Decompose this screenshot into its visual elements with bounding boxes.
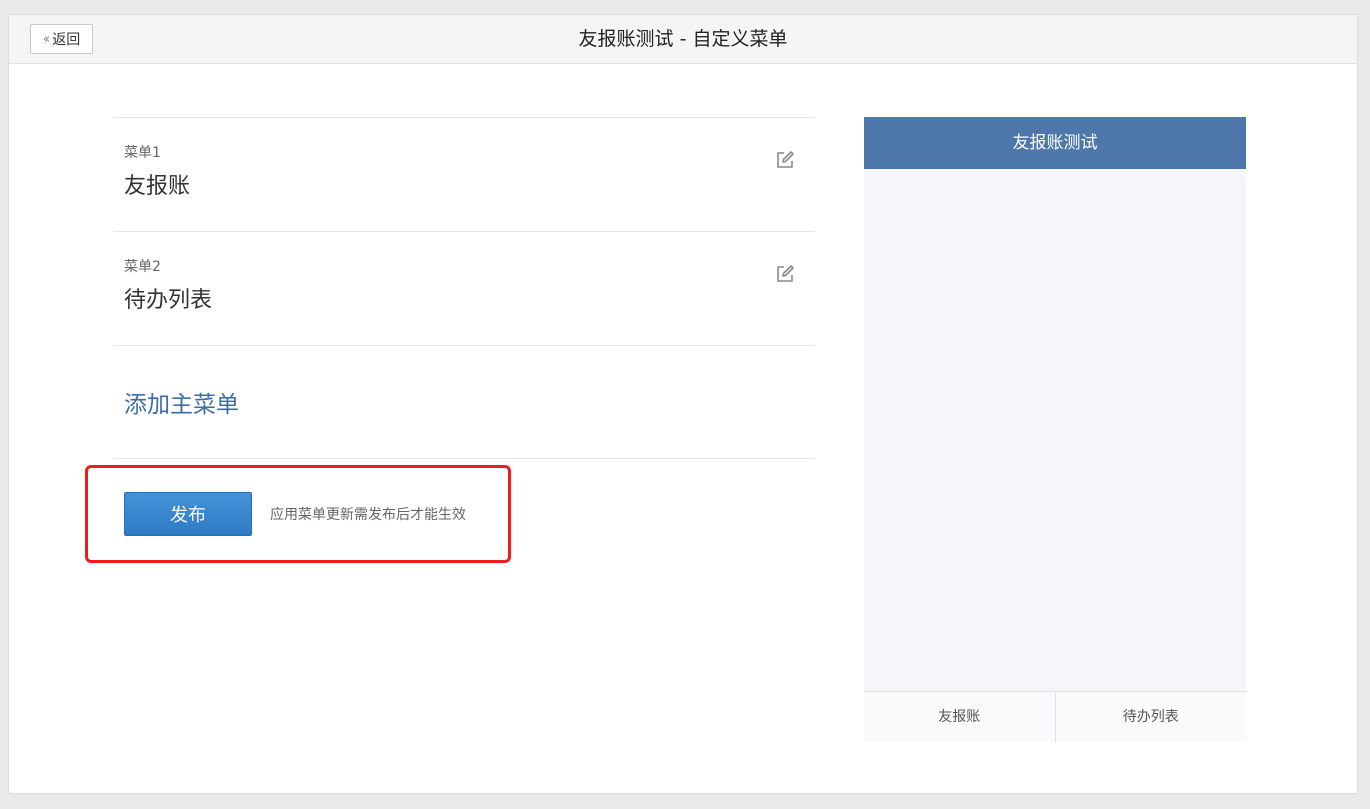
preview-body xyxy=(864,169,1246,691)
add-main-menu-link[interactable]: 添加主菜单 xyxy=(124,385,239,419)
edit-icon[interactable] xyxy=(775,150,795,170)
back-button[interactable]: ‹‹ 返回 xyxy=(30,24,93,54)
menu-index-label: 菜单2 xyxy=(124,259,161,275)
double-chevron-left-icon: ‹‹ xyxy=(42,31,51,47)
back-button-label: 返回 xyxy=(52,32,81,48)
add-menu-row: 添加主菜单 xyxy=(114,345,815,459)
page-title: 友报账测试 - 自定义菜单 xyxy=(578,28,788,50)
menu-name: 待办列表 xyxy=(124,288,213,313)
publish-tip: 应用菜单更新需发布后才能生效 xyxy=(270,507,466,523)
preview-menu-bar: 友报账 待办列表 xyxy=(864,691,1246,742)
preview-tab-2[interactable]: 待办列表 xyxy=(1054,692,1247,742)
edit-icon[interactable] xyxy=(775,264,795,284)
publish-button[interactable]: 发布 xyxy=(124,492,252,536)
preview-title: 友报账测试 xyxy=(864,117,1246,169)
menu-name: 友报账 xyxy=(124,174,191,199)
top-bar: ‹‹ 返回 友报账测试 - 自定义菜单 xyxy=(9,15,1357,64)
menu-item-2: 菜单2 待办列表 xyxy=(114,231,815,345)
main-panel: ‹‹ 返回 友报账测试 - 自定义菜单 菜单1 友报账 菜单2 待办列表 添加主… xyxy=(8,14,1358,794)
menu-item-1: 菜单1 友报账 xyxy=(114,117,815,231)
phone-preview: 友报账测试 友报账 待办列表 xyxy=(864,117,1246,742)
preview-tab-1[interactable]: 友报账 xyxy=(864,692,1055,742)
menu-list: 菜单1 友报账 菜单2 待办列表 添加主菜单 xyxy=(114,117,815,459)
menu-index-label: 菜单1 xyxy=(124,145,161,161)
